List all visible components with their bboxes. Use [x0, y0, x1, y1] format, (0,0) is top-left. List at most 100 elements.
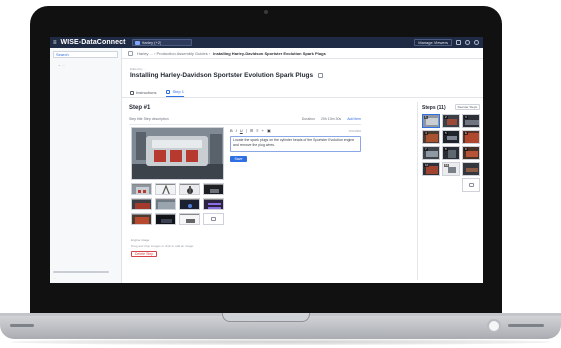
thumbnail[interactable]: [131, 183, 152, 195]
top-bar: ≡ WISE-DataConnect Harley (+2) Manage Vi…: [50, 37, 483, 48]
add-image-icon: [211, 217, 216, 221]
thumbnail[interactable]: [155, 198, 176, 210]
upload-hint: Drag and drop images or click to add an …: [131, 244, 195, 248]
sidebar-item[interactable]: ⌄ ...: [58, 63, 121, 67]
hamburger-icon[interactable]: ≡: [53, 40, 57, 46]
list-icon: [130, 90, 134, 95]
breadcrumb-current: Installing Harley-Davidson Sportster Evo…: [213, 50, 326, 56]
step-thumbnail[interactable]: 4: [422, 130, 440, 144]
main-step-image[interactable]: [131, 127, 224, 180]
step-number: 11: [444, 163, 450, 167]
underline-icon[interactable]: U: [240, 128, 243, 133]
step-thumbnail[interactable]: 8: [442, 146, 460, 160]
thumbnail[interactable]: [131, 213, 152, 225]
laptop-shadow: [10, 339, 551, 345]
webcam: [264, 10, 268, 14]
brand-logo: WISE-DataConnect: [60, 39, 126, 46]
app-screen: ≡ WISE-DataConnect Harley (+2) Manage Vi…: [50, 37, 483, 283]
step-thumbnail[interactable]: 2: [442, 114, 460, 128]
step-thumbnail[interactable]: 9: [462, 146, 480, 160]
add-step-button[interactable]: [462, 178, 480, 192]
step-number: 5: [444, 131, 448, 135]
numbered-list-icon[interactable]: ≡: [256, 128, 258, 133]
step-thumbnail[interactable]: 3: [462, 114, 480, 128]
step-number: 2: [444, 115, 448, 119]
thumbnail[interactable]: [203, 198, 224, 210]
add-image-button[interactable]: [203, 213, 224, 225]
delete-step-button[interactable]: Delete Step: [131, 251, 158, 257]
step-thumbnail[interactable]: 6: [462, 130, 480, 144]
step-thumbnail[interactable]: [462, 162, 480, 176]
base-right-line: [508, 324, 544, 327]
steps-grid: 1 2 3 4 5 6 7 8 9 10 11: [422, 114, 480, 192]
sidebar: Search ⌄ ... ...: [50, 48, 122, 283]
toolbar-separator: [245, 128, 247, 133]
italic-icon[interactable]: I: [236, 128, 237, 133]
steps-panel: Steps (11) Reorder Steps 1 2 3 4 5 6 7 8…: [420, 102, 482, 280]
editor-toolbar: B I U ☰ ≡ + ▣ 104/1000: [230, 127, 361, 134]
sidebar-footer: ...: [53, 276, 56, 280]
breadcrumb-path[interactable]: Harley ... › Production Assembly Guides …: [137, 51, 210, 56]
step-editor: Step #1 Step title Step description Dura…: [126, 102, 364, 280]
thumbnail[interactable]: [155, 213, 176, 225]
panel-divider: [417, 102, 418, 280]
help-icon[interactable]: [465, 40, 470, 45]
save-button[interactable]: Save: [230, 156, 247, 162]
thumbnail[interactable]: [131, 198, 152, 210]
image-thumbnails: [131, 183, 224, 225]
manage-viewers-button[interactable]: Manage Viewers: [414, 39, 452, 46]
grid-icon[interactable]: [456, 40, 461, 45]
sidebar-search-input[interactable]: Search: [53, 51, 118, 58]
thumbnail[interactable]: [179, 183, 200, 195]
power-indicator: [487, 319, 501, 333]
step-thumbnail[interactable]: 11: [442, 162, 460, 176]
base-left-line: [10, 324, 34, 327]
step-icon: [166, 89, 171, 94]
step-number: 4: [424, 131, 428, 135]
step-number: 3: [464, 115, 468, 119]
image-icon[interactable]: ▣: [267, 128, 271, 133]
step-thumbnail[interactable]: 10: [422, 162, 440, 176]
user-icon[interactable]: [474, 40, 479, 45]
step-toolbar: Step title Step description Duration 20h…: [129, 115, 361, 122]
laptop-notch: [222, 313, 310, 322]
tab-instructions-label: Instructions: [136, 90, 157, 95]
step-thumbnail[interactable]: 7: [422, 146, 440, 160]
thumbnail[interactable]: [203, 183, 224, 195]
tab-instructions[interactable]: Instructions: [130, 90, 156, 97]
step-description-field[interactable]: Locate the spark plugs on the cylinder h…: [230, 136, 361, 152]
duration-label: Duration: [301, 116, 315, 121]
divider: [129, 124, 361, 125]
folder-icon: [128, 50, 133, 56]
duration-value[interactable]: 20h 10m 30s: [321, 117, 341, 121]
step-number: 8: [444, 147, 448, 151]
bold-icon[interactable]: B: [230, 128, 233, 133]
add-item-button[interactable]: Add item: [347, 117, 361, 121]
character-counter: 104/1000: [348, 128, 361, 133]
add-icon[interactable]: +: [262, 128, 264, 133]
tab-step-1[interactable]: Step 1: [166, 89, 185, 97]
step-thumbnail[interactable]: 1: [422, 114, 440, 128]
thumbnail[interactable]: [179, 198, 200, 210]
thumbnail[interactable]: [155, 183, 176, 195]
list-icon[interactable]: ☰: [250, 128, 254, 133]
edit-note: Edited by ...: [130, 67, 146, 71]
laptop-mockup: ≡ WISE-DataConnect Harley (+2) Manage Vi…: [0, 0, 561, 348]
page-title: Installing Harley-Davidson Sportster Evo…: [130, 72, 324, 79]
sidebar-scrollbar[interactable]: [53, 271, 109, 273]
reorder-steps-button[interactable]: Reorder Steps: [454, 104, 480, 110]
document-icon: [134, 40, 140, 45]
step-number: 9: [464, 147, 468, 151]
step-thumbnail[interactable]: 5: [442, 130, 460, 144]
step-number: 7: [424, 147, 428, 151]
breadcrumb: Harley ... › Production Assembly Guides …: [122, 48, 483, 59]
thumbnail[interactable]: [179, 213, 200, 225]
step-fields-label[interactable]: Step title Step description: [129, 117, 169, 121]
image-caption: Engine image: [131, 238, 150, 242]
text-editor: B I U ☰ ≡ + ▣ 104/1000 Locate the spark …: [230, 127, 361, 181]
document-tab-label: Harley (+2): [141, 40, 162, 45]
steps-title: Steps (11): [422, 105, 446, 111]
document-tab[interactable]: Harley (+2): [131, 39, 192, 46]
engine-image: [132, 128, 223, 179]
edit-title-icon[interactable]: [318, 72, 324, 78]
